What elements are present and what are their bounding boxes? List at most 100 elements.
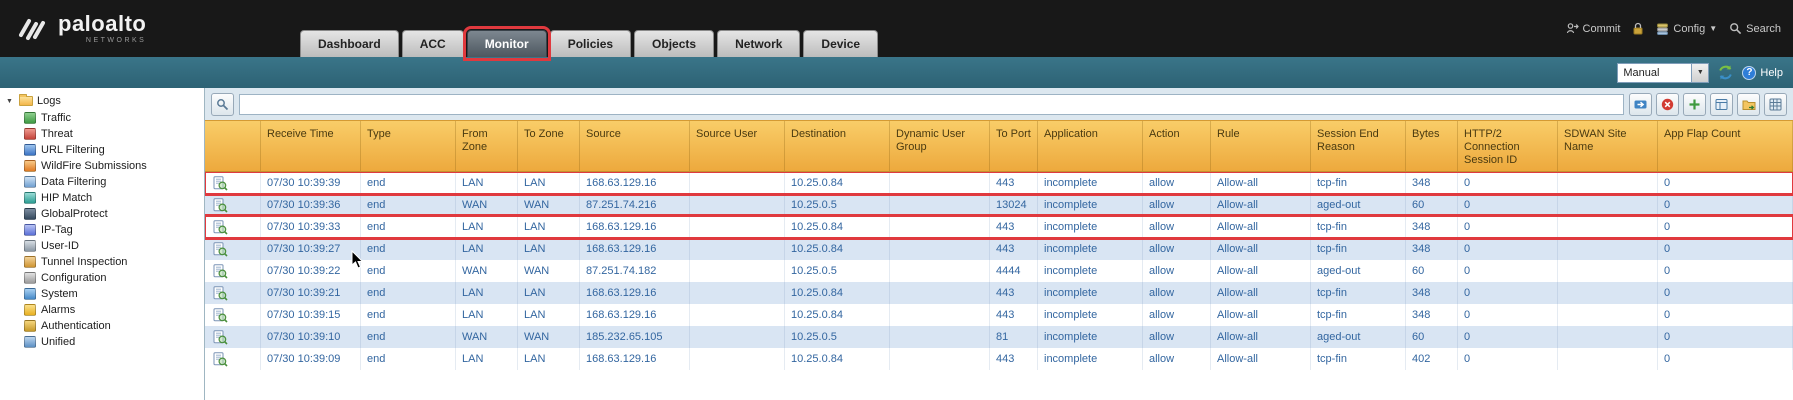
log-cell-to-zone: WAN xyxy=(518,260,580,282)
lock-icon[interactable] xyxy=(1632,22,1644,35)
log-detail-icon[interactable] xyxy=(213,330,228,345)
sidebar-item-tunnel-inspection[interactable]: Tunnel Inspection xyxy=(24,254,204,270)
column-header-session-end-reason[interactable]: Session End Reason xyxy=(1311,121,1406,171)
log-cell-dynamic-user-group xyxy=(890,260,990,282)
table-row[interactable]: 07/30 10:39:21endLANLAN168.63.129.1610.2… xyxy=(205,282,1793,304)
tab-monitor[interactable]: Monitor xyxy=(467,30,547,57)
column-header-destination[interactable]: Destination xyxy=(785,121,890,171)
table-row[interactable]: 07/30 10:39:15endLANLAN168.63.129.1610.2… xyxy=(205,304,1793,326)
table-row[interactable]: 07/30 10:39:22endWANWAN87.251.74.18210.2… xyxy=(205,260,1793,282)
logs-tree-root[interactable]: ▼ Logs xyxy=(0,92,204,110)
sidebar-item-threat[interactable]: Threat xyxy=(24,126,204,142)
sidebar-item-ip-tag[interactable]: IP-Tag xyxy=(24,222,204,238)
topbar-actions: Commit Config ▼ Search xyxy=(1566,22,1781,35)
log-cell-application: incomplete xyxy=(1038,348,1143,370)
sidebar-item-hip-match[interactable]: HIP Match xyxy=(24,190,204,206)
table-row[interactable]: 07/30 10:39:36endWANWAN87.251.74.21610.2… xyxy=(205,194,1793,216)
column-header-type[interactable]: Type xyxy=(361,121,456,171)
table-row[interactable]: 07/30 10:39:33endLANLAN168.63.129.1610.2… xyxy=(205,216,1793,238)
tab-policies[interactable]: Policies xyxy=(550,30,631,57)
table-row[interactable]: 07/30 10:39:10endWANWAN185.232.65.10510.… xyxy=(205,326,1793,348)
column-header-to-zone[interactable]: To Zone xyxy=(518,121,580,171)
log-cell-receive-time: 07/30 10:39:22 xyxy=(261,260,361,282)
column-header-source[interactable]: Source xyxy=(580,121,690,171)
filter-search-button[interactable] xyxy=(211,93,234,116)
column-header-sdwan-site-name[interactable]: SDWAN Site Name xyxy=(1558,121,1658,171)
sidebar-item-authentication[interactable]: Authentication xyxy=(24,318,204,334)
filter-builder-button[interactable] xyxy=(1710,93,1733,116)
detail-icon-cell xyxy=(205,326,261,348)
export-logs-button[interactable] xyxy=(1737,93,1760,116)
log-cell-from-zone: LAN xyxy=(456,348,518,370)
add-filter-button[interactable] xyxy=(1683,93,1706,116)
log-cell-source: 168.63.129.16 xyxy=(580,348,690,370)
sidebar-item-system[interactable]: System xyxy=(24,286,204,302)
log-cell-app-flap-count: 0 xyxy=(1658,216,1793,238)
detail-icon-cell xyxy=(205,304,261,326)
log-detail-icon[interactable] xyxy=(213,198,228,213)
log-cell-receive-time: 07/30 10:39:21 xyxy=(261,282,361,304)
tab-dashboard[interactable]: Dashboard xyxy=(300,30,399,57)
header-icon-column xyxy=(205,121,261,171)
table-row[interactable]: 07/30 10:39:27endLANLAN168.63.129.1610.2… xyxy=(205,238,1793,260)
log-cell-rule: Allow-all xyxy=(1211,348,1311,370)
column-header-app-flap-count[interactable]: App Flap Count xyxy=(1658,121,1793,171)
column-header-receive-time[interactable]: Receive Time xyxy=(261,121,361,171)
column-header-to-port[interactable]: To Port xyxy=(990,121,1038,171)
refresh-mode-select[interactable]: Manual ▼ xyxy=(1617,63,1709,83)
log-detail-icon[interactable] xyxy=(213,286,228,301)
search-button[interactable]: Search xyxy=(1729,22,1781,35)
column-header-bytes[interactable]: Bytes xyxy=(1406,121,1458,171)
log-detail-icon[interactable] xyxy=(213,220,228,235)
apply-filter-button[interactable] xyxy=(1629,93,1652,116)
resolve-hostname-button[interactable] xyxy=(1764,93,1787,116)
help-button[interactable]: ? Help xyxy=(1742,66,1783,80)
detail-icon-cell xyxy=(205,172,261,194)
filter-buttons xyxy=(1629,93,1787,116)
sidebar-item-globalprotect[interactable]: GlobalProtect xyxy=(24,206,204,222)
sidebar-item-wildfire-submissions[interactable]: WildFire Submissions xyxy=(24,158,204,174)
column-header-action[interactable]: Action xyxy=(1143,121,1211,171)
log-detail-icon[interactable] xyxy=(213,242,228,257)
sidebar-item-url-filtering[interactable]: URL Filtering xyxy=(24,142,204,158)
sidebar-item-unified[interactable]: Unified xyxy=(24,334,204,350)
log-filter-input[interactable] xyxy=(239,94,1624,115)
column-header-rule[interactable]: Rule xyxy=(1211,121,1311,171)
commit-button[interactable]: Commit xyxy=(1566,22,1621,35)
sidebar-item-configuration[interactable]: Configuration xyxy=(24,270,204,286)
table-row[interactable]: 07/30 10:39:09endLANLAN168.63.129.1610.2… xyxy=(205,348,1793,370)
tree-expander-icon[interactable]: ▼ xyxy=(6,98,15,105)
sidebar-item-user-id[interactable]: User-ID xyxy=(24,238,204,254)
log-cell-destination: 10.25.0.84 xyxy=(785,172,890,194)
log-cell-type: end xyxy=(361,282,456,304)
log-detail-icon[interactable] xyxy=(213,264,228,279)
log-cell-action: allow xyxy=(1143,348,1211,370)
log-detail-icon[interactable] xyxy=(213,308,228,323)
config-button[interactable]: Config ▼ xyxy=(1656,22,1717,35)
column-header-http-2-connection-session-id[interactable]: HTTP/2 Connection Session ID xyxy=(1458,121,1558,171)
clear-filter-button[interactable] xyxy=(1656,93,1679,116)
log-cell-destination: 10.25.0.84 xyxy=(785,238,890,260)
sidebar-item-traffic[interactable]: Traffic xyxy=(24,110,204,126)
column-header-from-zone[interactable]: From Zone xyxy=(456,121,518,171)
log-detail-icon[interactable] xyxy=(213,352,228,367)
column-header-dynamic-user-group[interactable]: Dynamic User Group xyxy=(890,121,990,171)
column-header-source-user[interactable]: Source User xyxy=(690,121,785,171)
log-cell-source: 168.63.129.16 xyxy=(580,172,690,194)
detail-icon-cell xyxy=(205,238,261,260)
log-cell-source-user xyxy=(690,216,785,238)
log-cell-sdwan-site-name xyxy=(1558,172,1658,194)
tab-device[interactable]: Device xyxy=(803,30,878,57)
tab-network[interactable]: Network xyxy=(717,30,800,57)
log-detail-icon[interactable] xyxy=(213,176,228,191)
log-cell-type: end xyxy=(361,260,456,282)
log-cell-session-end-reason: tcp-fin xyxy=(1311,216,1406,238)
table-row[interactable]: 07/30 10:39:39endLANLAN168.63.129.1610.2… xyxy=(205,172,1793,194)
log-cell-action: allow xyxy=(1143,326,1211,348)
refresh-icon[interactable] xyxy=(1717,64,1734,81)
sidebar-item-alarms[interactable]: Alarms xyxy=(24,302,204,318)
sidebar-item-data-filtering[interactable]: Data Filtering xyxy=(24,174,204,190)
tab-acc[interactable]: ACC xyxy=(402,30,464,57)
column-header-application[interactable]: Application xyxy=(1038,121,1143,171)
tab-objects[interactable]: Objects xyxy=(634,30,714,57)
